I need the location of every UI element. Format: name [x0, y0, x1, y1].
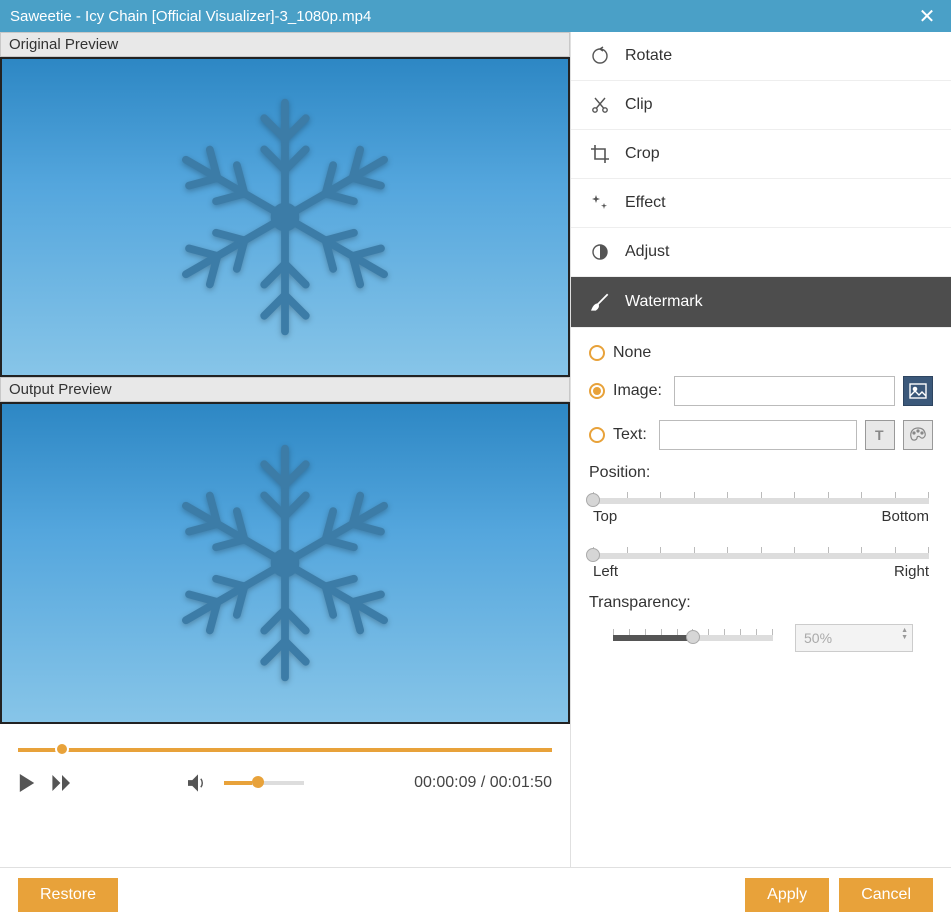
radio-text[interactable] [589, 427, 605, 443]
restore-button[interactable]: Restore [18, 878, 118, 912]
snowflake-icon [155, 87, 415, 347]
transparency-value[interactable]: 50% ▲▼ [795, 624, 913, 652]
close-icon[interactable]: ✕ [913, 4, 941, 29]
tab-crop-label: Crop [625, 145, 660, 163]
transparency-handle[interactable] [686, 630, 700, 644]
transparency-slider[interactable] [613, 635, 773, 641]
tab-watermark[interactable]: Watermark [571, 277, 951, 328]
bottom-label: Bottom [881, 508, 929, 525]
footer: Restore Apply Cancel [0, 867, 951, 922]
tab-rotate[interactable]: Rotate [571, 32, 951, 81]
volume-slider[interactable] [224, 781, 304, 785]
horizontal-position-slider[interactable] [593, 553, 929, 559]
volume-icon[interactable] [188, 774, 208, 792]
vertical-position-handle[interactable] [586, 493, 600, 507]
timeline-handle[interactable] [55, 742, 69, 756]
original-preview-label: Original Preview [0, 32, 570, 57]
contrast-icon [590, 242, 610, 262]
tab-rotate-label: Rotate [625, 47, 672, 65]
play-icon[interactable] [18, 774, 36, 792]
rotate-icon [590, 46, 610, 66]
browse-image-button[interactable] [903, 376, 933, 406]
svg-text:T: T [875, 427, 884, 443]
position-label: Position: [589, 464, 933, 482]
snowflake-icon [155, 433, 415, 693]
text-icon: T [872, 427, 888, 443]
total-time: 00:01:50 [490, 774, 552, 791]
tab-adjust-label: Adjust [625, 243, 669, 261]
radio-image-label: Image: [613, 382, 662, 400]
preview-pane: Original Preview Output Preview [0, 32, 571, 867]
right-label: Right [894, 563, 929, 580]
title-bar: Saweetie - Icy Chain [Official Visualize… [0, 0, 951, 32]
radio-image[interactable] [589, 383, 605, 399]
radio-text-label: Text: [613, 426, 647, 444]
text-watermark-input[interactable] [659, 420, 857, 450]
tab-effect-label: Effect [625, 194, 666, 212]
fast-forward-icon[interactable] [52, 775, 72, 791]
output-preview-label: Output Preview [0, 377, 570, 402]
tab-clip-label: Clip [625, 96, 653, 114]
volume-handle[interactable] [252, 776, 264, 788]
current-time: 00:00:09 [414, 774, 476, 791]
image-path-input[interactable] [674, 376, 895, 406]
watermark-panel: None Image: Text: T [571, 328, 951, 662]
cancel-button[interactable]: Cancel [839, 878, 933, 912]
text-style-button[interactable]: T [865, 420, 895, 450]
scissors-icon [590, 95, 610, 115]
tab-adjust[interactable]: Adjust [571, 228, 951, 277]
crop-icon [590, 144, 610, 164]
horizontal-position-handle[interactable] [586, 548, 600, 562]
sparkle-icon [590, 193, 610, 213]
tab-clip[interactable]: Clip [571, 81, 951, 130]
color-picker-button[interactable] [903, 420, 933, 450]
tab-crop[interactable]: Crop [571, 130, 951, 179]
palette-icon [909, 427, 927, 443]
output-preview [0, 402, 570, 724]
window-title: Saweetie - Icy Chain [Official Visualize… [10, 8, 371, 25]
tab-effect[interactable]: Effect [571, 179, 951, 228]
left-label: Left [593, 563, 618, 580]
brush-icon [589, 291, 611, 313]
radio-none-label: None [613, 344, 651, 362]
timecode: 00:00:09 / 00:01:50 [414, 774, 552, 792]
apply-button[interactable]: Apply [745, 878, 829, 912]
radio-none[interactable] [589, 345, 605, 361]
timeline-slider[interactable] [18, 748, 552, 752]
original-preview [0, 57, 570, 377]
top-label: Top [593, 508, 617, 525]
spinner-icon[interactable]: ▲▼ [901, 627, 908, 641]
transparency-label: Transparency: [589, 594, 933, 612]
picture-icon [909, 383, 927, 399]
vertical-position-slider[interactable] [593, 498, 929, 504]
tab-watermark-label: Watermark [625, 293, 703, 311]
